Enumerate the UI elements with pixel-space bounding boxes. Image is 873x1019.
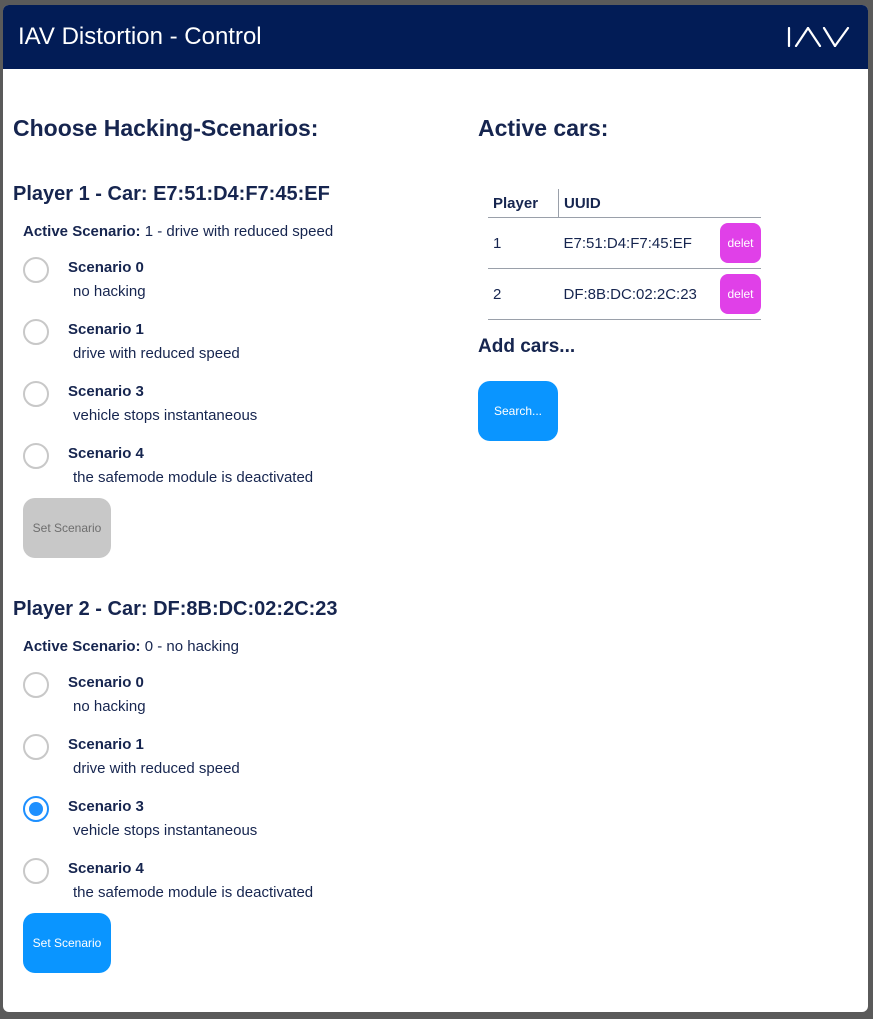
radio-button[interactable] — [23, 319, 49, 345]
column-header-player: Player — [488, 189, 559, 218]
title-bar: IAV Distortion - Control — [3, 5, 868, 69]
scenario-option[interactable]: Scenario 3 vehicle stops instantaneous — [23, 381, 423, 429]
scenario-description: no hacking — [73, 283, 146, 300]
set-scenario-button-player-1[interactable]: Set Scenario — [23, 498, 111, 558]
scenario-name: Scenario 1 — [68, 321, 144, 338]
scenario-option[interactable]: Scenario 0 no hacking — [23, 257, 423, 305]
player-cell: 1 — [488, 217, 559, 269]
scenario-description: vehicle stops instantaneous — [73, 822, 258, 839]
delete-car-button[interactable]: delet — [720, 274, 761, 314]
scenario-option[interactable]: Scenario 4 the safemode module is deacti… — [23, 858, 423, 906]
table-row: 2 DF:8B:DC:02:2C:23 delet — [488, 268, 761, 320]
table-header-row: Player UUID — [488, 189, 761, 218]
set-scenario-button-player-2[interactable]: Set Scenario — [23, 913, 111, 973]
scenario-name: Scenario 4 — [68, 860, 144, 877]
radio-button-checked[interactable] — [23, 796, 49, 822]
player-2-active-scenario: Active Scenario: 0 - no hacking — [13, 638, 239, 655]
cars-panel: Active cars: Player UUID 1 E7:51:D4:F7:4… — [478, 113, 778, 441]
add-cars-heading: Add cars... — [478, 336, 576, 357]
active-scenario-value: 0 - no hacking — [144, 638, 239, 655]
player-2-title: Player 2 - Car: DF:8B:DC:02:2C:23 — [13, 598, 338, 620]
column-header-uuid: UUID — [558, 189, 761, 218]
action-cell: delet — [720, 217, 761, 269]
scenario-option[interactable]: Scenario 1 drive with reduced speed — [23, 319, 423, 367]
app-window: IAV Distortion - Control Choose Hacking-… — [3, 5, 868, 1012]
delete-car-button[interactable]: delet — [720, 223, 761, 263]
scenario-heading: Choose Hacking-Scenarios: — [13, 115, 319, 141]
scenario-description: the safemode module is deactivated — [73, 469, 314, 486]
active-scenario-value: 1 - drive with reduced speed — [144, 223, 334, 240]
scenario-name: Scenario 0 — [68, 674, 144, 691]
radio-button[interactable] — [23, 381, 49, 407]
window-title: IAV Distortion - Control — [18, 23, 262, 50]
uuid-cell: E7:51:D4:F7:45:EF — [558, 217, 720, 269]
active-scenario-label: Active Scenario: — [23, 638, 141, 655]
scenario-option[interactable]: Scenario 4 the safemode module is deacti… — [23, 443, 423, 491]
table-row: 1 E7:51:D4:F7:45:EF delet — [488, 217, 761, 269]
scenario-description: the safemode module is deactivated — [73, 884, 314, 901]
scenario-name: Scenario 3 — [68, 798, 144, 815]
action-cell: delet — [720, 268, 761, 320]
scenario-option[interactable]: Scenario 0 no hacking — [23, 672, 423, 720]
player-1-active-scenario: Active Scenario: 1 - drive with reduced … — [13, 223, 333, 240]
radio-button[interactable] — [23, 443, 49, 469]
scenario-description: drive with reduced speed — [73, 345, 240, 362]
player-2-block: Player 2 - Car: DF:8B:DC:02:2C:23 Active… — [13, 596, 453, 996]
scenario-option[interactable]: Scenario 1 drive with reduced speed — [23, 734, 423, 782]
scenario-option[interactable]: Scenario 3 vehicle stops instantaneous — [23, 796, 423, 844]
iav-logo-icon — [786, 27, 850, 47]
scenario-description: vehicle stops instantaneous — [73, 407, 258, 424]
player-cell: 2 — [488, 268, 559, 320]
radio-button[interactable] — [23, 257, 49, 283]
radio-button[interactable] — [23, 672, 49, 698]
scenario-name: Scenario 4 — [68, 445, 144, 462]
player-1-title: Player 1 - Car: E7:51:D4:F7:45:EF — [13, 183, 330, 205]
scenario-panel: Choose Hacking-Scenarios: Player 1 - Car… — [13, 113, 453, 973]
scenario-description: drive with reduced speed — [73, 760, 240, 777]
active-scenario-label: Active Scenario: — [23, 223, 141, 240]
uuid-cell: DF:8B:DC:02:2C:23 — [558, 268, 720, 320]
search-cars-button[interactable]: Search... — [478, 381, 558, 441]
scenario-name: Scenario 1 — [68, 736, 144, 753]
scenario-name: Scenario 0 — [68, 259, 144, 276]
scenario-description: no hacking — [73, 698, 146, 715]
scenario-name: Scenario 3 — [68, 383, 144, 400]
radio-button[interactable] — [23, 858, 49, 884]
player-1-block: Player 1 - Car: E7:51:D4:F7:45:EF Active… — [13, 181, 453, 581]
radio-button[interactable] — [23, 734, 49, 760]
active-cars-heading: Active cars: — [478, 115, 609, 141]
active-cars-table: Player UUID 1 E7:51:D4:F7:45:EF delet 2 — [488, 189, 761, 320]
